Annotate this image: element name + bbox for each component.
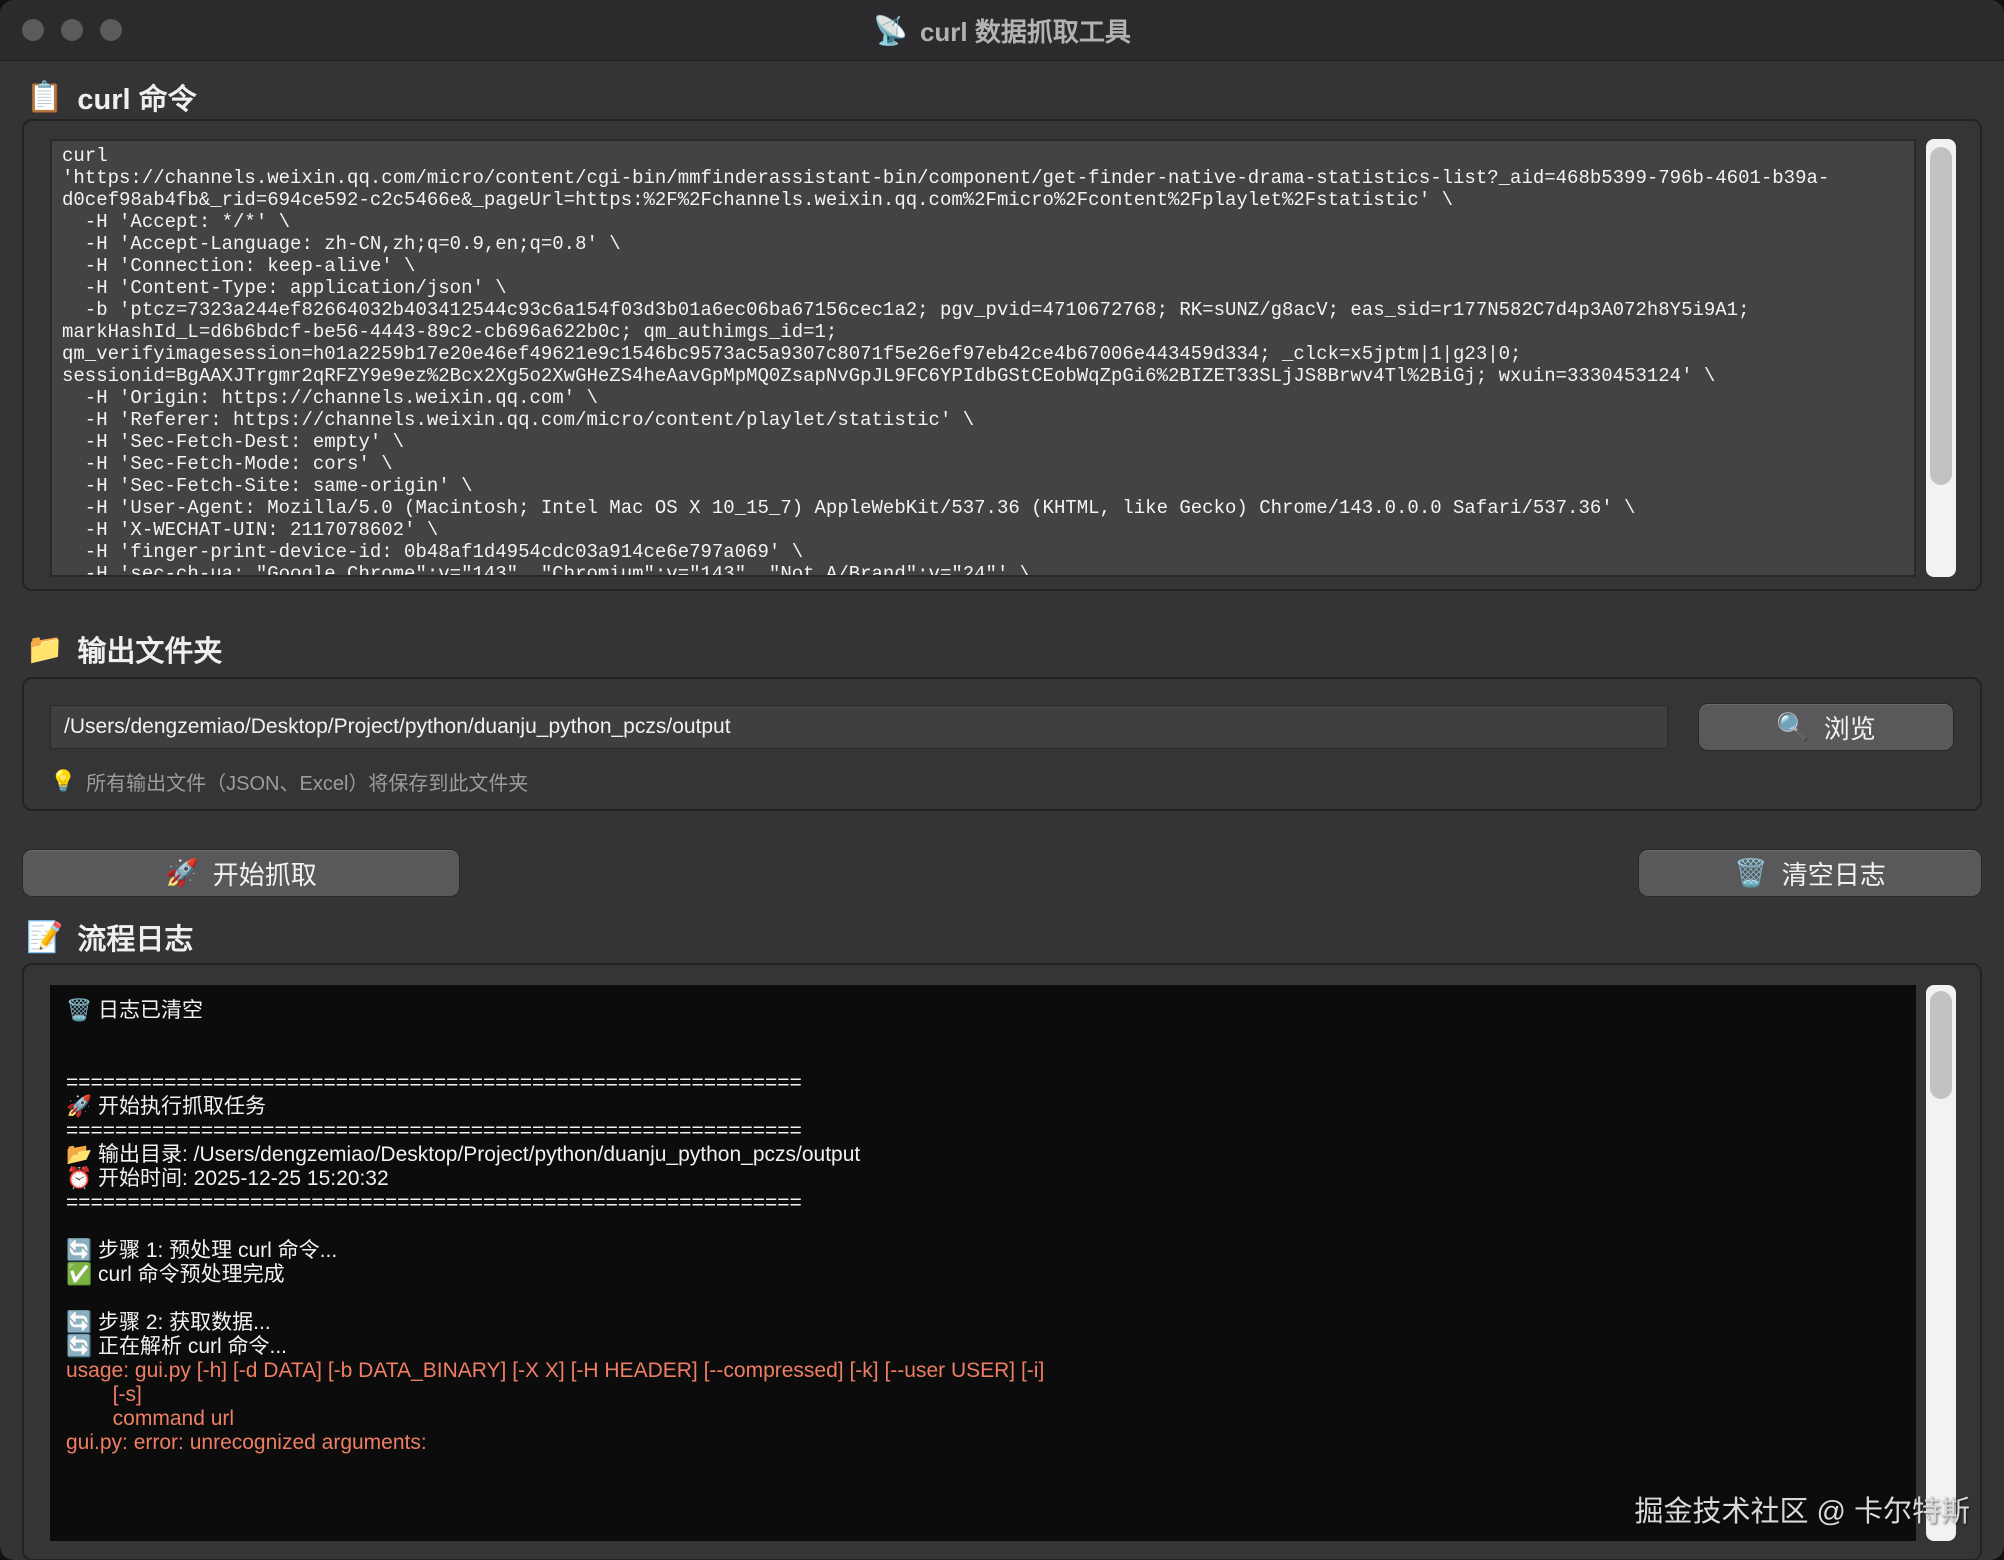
- log-line: 🔄 正在解析 curl 命令...: [66, 1335, 1900, 1359]
- app-window: 📡 curl 数据抓取工具 📋 curl 命令 curl 'https://ch…: [0, 0, 2004, 1560]
- log-line: ========================================…: [66, 1071, 1900, 1095]
- log-line: [66, 1047, 1900, 1071]
- output-folder-group: 🔍 浏览 💡 所有输出文件（JSON、Excel）将保存到此文件夹: [22, 677, 1982, 811]
- log-line: [66, 1287, 1900, 1311]
- minimize-button[interactable]: [61, 19, 83, 41]
- log-line: [66, 1215, 1900, 1239]
- app-title: 📡 curl 数据抓取工具: [873, 12, 1131, 49]
- titlebar: 📡 curl 数据抓取工具: [0, 0, 2004, 61]
- close-button[interactable]: [22, 19, 44, 41]
- clipboard-icon: 📋: [26, 80, 63, 115]
- start-scrape-button-label: 开始抓取: [213, 855, 317, 892]
- bulb-icon: 💡: [50, 770, 76, 794]
- watermark: 掘金技术社区 @ 卡尔特斯: [1634, 1488, 1970, 1530]
- log-line: 📂 输出目录: /Users/dengzemiao/Desktop/Projec…: [66, 1143, 1900, 1167]
- trash-icon: 🗑️: [1734, 857, 1768, 889]
- curl-command-group: curl 'https://channels.weixin.qq.com/mic…: [22, 119, 1982, 591]
- clear-log-button-label: 清空日志: [1782, 855, 1886, 892]
- curl-section-title: curl 命令: [77, 76, 196, 118]
- curl-command-textarea[interactable]: curl 'https://channels.weixin.qq.com/mic…: [50, 139, 1916, 577]
- curl-section-header: 📋 curl 命令: [26, 75, 1978, 119]
- traffic-lights: [22, 0, 122, 60]
- log-line: 🔄 步骤 2: 获取数据...: [66, 1311, 1900, 1335]
- app-title-text: curl 数据抓取工具: [920, 12, 1131, 49]
- log-line-error: [-s]: [66, 1383, 1900, 1407]
- curl-scrollbar[interactable]: [1926, 139, 1956, 577]
- log-group: 🗑️ 日志已清空 ===============================…: [22, 963, 1982, 1560]
- log-line: ========================================…: [66, 1119, 1900, 1143]
- log-section-title: 流程日志: [77, 916, 193, 958]
- log-line-error: command url: [66, 1407, 1900, 1431]
- log-line: ⏰ 开始时间: 2025-12-25 15:20:32: [66, 1167, 1900, 1191]
- magnifier-icon: 🔍: [1776, 711, 1810, 743]
- log-scrollbar-thumb[interactable]: [1930, 991, 1952, 1099]
- log-section-header: 📝 流程日志: [26, 915, 1978, 959]
- output-hint-text: 所有输出文件（JSON、Excel）将保存到此文件夹: [86, 767, 528, 796]
- satellite-icon: 📡: [873, 14, 908, 47]
- log-line: ========================================…: [66, 1191, 1900, 1215]
- clear-log-button[interactable]: 🗑️ 清空日志: [1638, 849, 1982, 897]
- log-scrollbar[interactable]: [1926, 985, 1956, 1541]
- zoom-button[interactable]: [100, 19, 122, 41]
- rocket-icon: 🚀: [165, 857, 199, 889]
- output-hint: 💡 所有输出文件（JSON、Excel）将保存到此文件夹: [50, 767, 1954, 796]
- folder-icon: 📁: [26, 632, 63, 667]
- memo-icon: 📝: [26, 920, 63, 955]
- log-lines[interactable]: 🗑️ 日志已清空 ===============================…: [50, 985, 1916, 1541]
- output-section-title: 输出文件夹: [77, 628, 222, 670]
- start-scrape-button[interactable]: 🚀 开始抓取: [22, 849, 460, 897]
- log-line-error: usage: gui.py [-h] [-d DATA] [-b DATA_BI…: [66, 1359, 1900, 1383]
- browse-button[interactable]: 🔍 浏览: [1698, 703, 1954, 751]
- log-line-error: gui.py: error: unrecognized arguments:: [66, 1431, 1900, 1455]
- curl-scrollbar-thumb[interactable]: [1930, 147, 1952, 485]
- log-line: [66, 1023, 1900, 1047]
- action-buttons-row: 🚀 开始抓取 🗑️ 清空日志: [22, 849, 1982, 897]
- log-line: ✅ curl 命令预处理完成: [66, 1263, 1900, 1287]
- log-line: 🚀 开始执行抓取任务: [66, 1095, 1900, 1119]
- output-path-input[interactable]: [50, 705, 1668, 749]
- log-line: 🗑️ 日志已清空: [66, 999, 1900, 1023]
- log-line: 🔄 步骤 1: 预处理 curl 命令...: [66, 1239, 1900, 1263]
- browse-button-label: 浏览: [1824, 709, 1876, 746]
- output-section-header: 📁 输出文件夹: [26, 627, 1978, 671]
